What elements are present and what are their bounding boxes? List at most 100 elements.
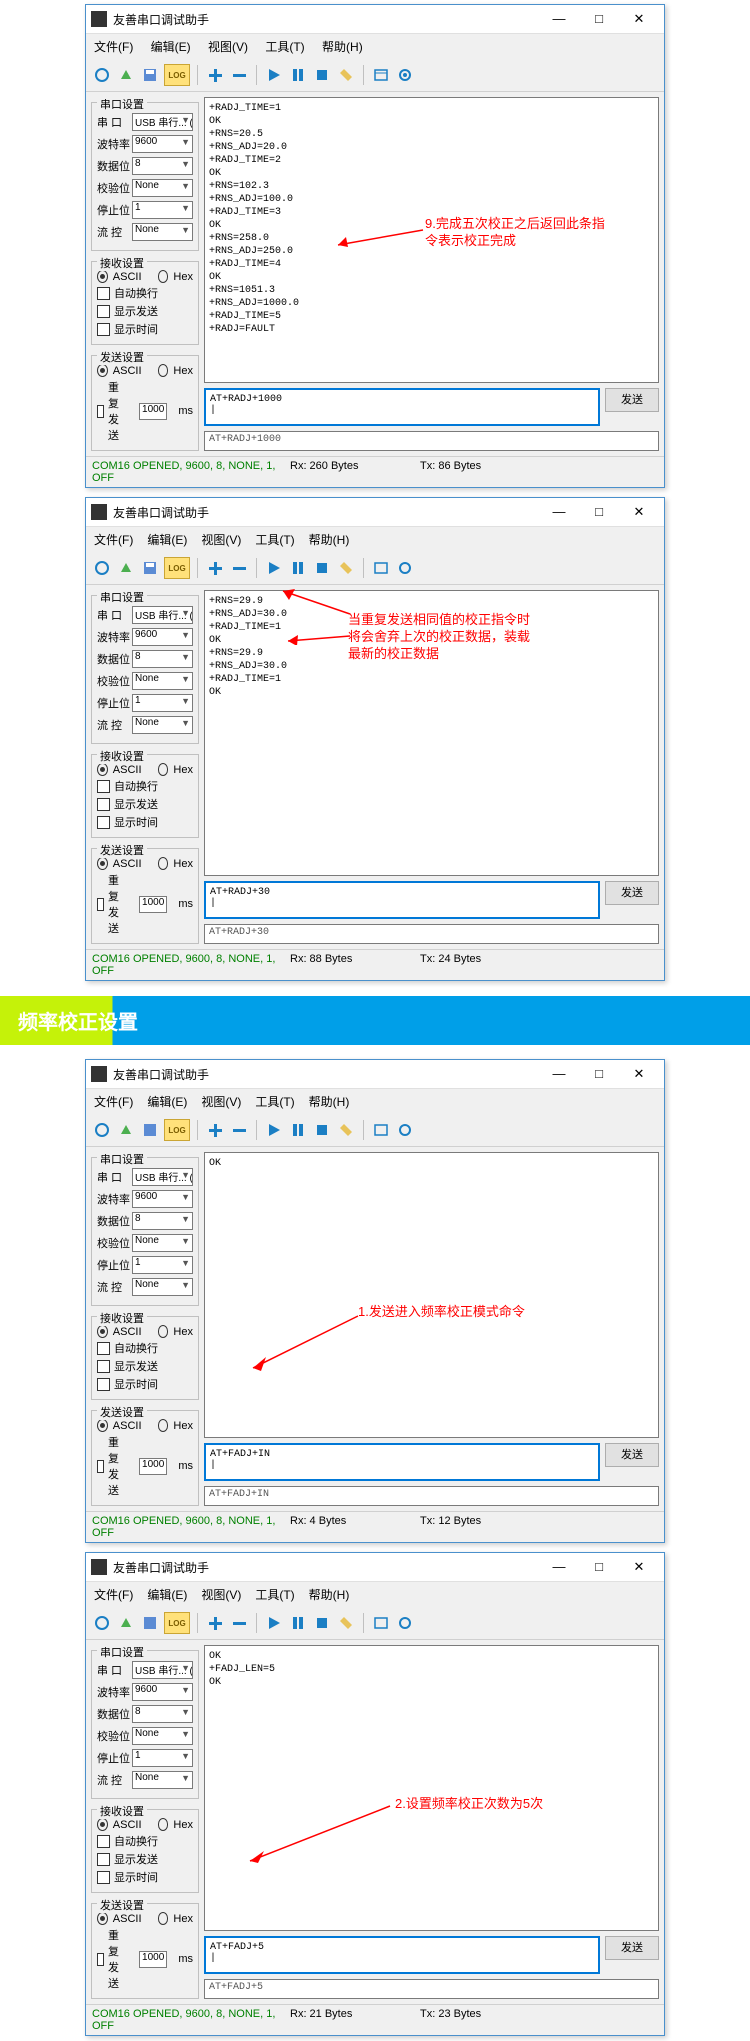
showtime-check[interactable]	[97, 816, 110, 829]
send-button[interactable]: 发送	[605, 1936, 659, 1960]
menu-help[interactable]: 帮助(H)	[309, 1095, 350, 1109]
recv-hex-radio[interactable]	[158, 1325, 169, 1338]
baud-select[interactable]: 9600	[132, 1683, 193, 1701]
send-hex-radio[interactable]	[158, 1912, 169, 1925]
receive-textarea[interactable]: OK	[204, 1152, 659, 1438]
send-ascii-radio[interactable]	[97, 1419, 108, 1432]
pause-icon[interactable]	[288, 558, 308, 578]
minimize-button[interactable]: —	[539, 499, 579, 525]
log-icon[interactable]: LOG	[164, 1119, 190, 1141]
clear-icon[interactable]	[336, 1613, 356, 1633]
flow-select[interactable]: None	[132, 716, 193, 734]
receive-textarea[interactable]: +RADJ_TIME=1 OK +RNS=20.5 +RNS_ADJ=20.0 …	[204, 97, 659, 383]
maximize-button[interactable]: □	[579, 1061, 619, 1087]
send-textarea[interactable]: AT+FADJ+5|	[204, 1936, 600, 1974]
recv-hex-radio[interactable]	[158, 1818, 169, 1831]
settings-icon[interactable]	[395, 558, 415, 578]
repeat-interval-input[interactable]: 1000	[139, 403, 167, 420]
recv-hex-radio[interactable]	[158, 763, 169, 776]
recycle-icon[interactable]	[116, 1120, 136, 1140]
power-icon[interactable]	[92, 1613, 112, 1633]
parity-select[interactable]: None	[132, 179, 193, 197]
stop-icon[interactable]	[312, 1613, 332, 1633]
menu-tool[interactable]: 工具(T)	[255, 1588, 294, 1602]
showsend-check[interactable]	[97, 1853, 110, 1866]
repeat-check[interactable]	[97, 1953, 104, 1966]
window-icon[interactable]	[371, 65, 391, 85]
send-ascii-radio[interactable]	[97, 1912, 108, 1925]
menu-edit[interactable]: 编辑(E)	[147, 533, 187, 547]
recycle-icon[interactable]	[116, 65, 136, 85]
stop-select[interactable]: 1	[132, 1256, 193, 1274]
recv-hex-radio[interactable]	[158, 270, 169, 283]
recv-ascii-radio[interactable]	[97, 270, 108, 283]
port-select[interactable]: USB 串行... (COM	[132, 1168, 193, 1186]
clear-icon[interactable]	[336, 1120, 356, 1140]
flow-select[interactable]: None	[132, 1278, 193, 1296]
send-hex-radio[interactable]	[158, 857, 169, 870]
showsend-check[interactable]	[97, 305, 110, 318]
menu-edit[interactable]: 编辑(E)	[151, 40, 191, 54]
remove-icon[interactable]	[229, 558, 249, 578]
power-icon[interactable]	[92, 65, 112, 85]
menu-view[interactable]: 视图(V)	[208, 40, 248, 54]
menu-file[interactable]: 文件(F)	[94, 40, 133, 54]
autowrap-check[interactable]	[97, 1342, 110, 1355]
save-icon[interactable]	[140, 65, 160, 85]
parity-select[interactable]: None	[132, 672, 193, 690]
menu-view[interactable]: 视图(V)	[201, 533, 241, 547]
send-button[interactable]: 发送	[605, 1443, 659, 1467]
window-icon[interactable]	[371, 1613, 391, 1633]
recv-ascii-radio[interactable]	[97, 1325, 108, 1338]
stop-icon[interactable]	[312, 65, 332, 85]
remove-icon[interactable]	[229, 1613, 249, 1633]
recycle-icon[interactable]	[116, 1613, 136, 1633]
send-textarea[interactable]: AT+RADJ+1000|	[204, 388, 600, 426]
menu-help[interactable]: 帮助(H)	[309, 1588, 350, 1602]
close-button[interactable]: ✕	[619, 1554, 659, 1580]
menu-tool[interactable]: 工具(T)	[265, 40, 304, 54]
stop-select[interactable]: 1	[132, 201, 193, 219]
parity-select[interactable]: None	[132, 1234, 193, 1252]
menu-file[interactable]: 文件(F)	[94, 1095, 133, 1109]
play-icon[interactable]	[264, 558, 284, 578]
clear-icon[interactable]	[336, 558, 356, 578]
maximize-button[interactable]: □	[579, 6, 619, 32]
recv-ascii-radio[interactable]	[97, 1818, 108, 1831]
port-select[interactable]: USB 串行... (COM	[132, 113, 193, 131]
settings-icon[interactable]	[395, 65, 415, 85]
remove-icon[interactable]	[229, 65, 249, 85]
showsend-check[interactable]	[97, 1360, 110, 1373]
menu-edit[interactable]: 编辑(E)	[147, 1588, 187, 1602]
send-button[interactable]: 发送	[605, 881, 659, 905]
send-textarea[interactable]: AT+RADJ+30|	[204, 881, 600, 919]
close-button[interactable]: ✕	[619, 499, 659, 525]
port-select[interactable]: USB 串行... (COM	[132, 606, 193, 624]
repeat-check[interactable]	[97, 405, 104, 418]
maximize-button[interactable]: □	[579, 1554, 619, 1580]
baud-select[interactable]: 9600	[132, 628, 193, 646]
stop-icon[interactable]	[312, 1120, 332, 1140]
port-select[interactable]: USB 串行... (COM	[132, 1661, 193, 1679]
repeat-check[interactable]	[97, 1460, 104, 1473]
repeat-interval-input[interactable]: 1000	[139, 1951, 167, 1968]
add-icon[interactable]	[205, 1613, 225, 1633]
close-button[interactable]: ✕	[619, 6, 659, 32]
log-icon[interactable]: LOG	[164, 1612, 190, 1634]
send-hex-radio[interactable]	[158, 364, 169, 377]
power-icon[interactable]	[92, 1120, 112, 1140]
baud-select[interactable]: 9600	[132, 135, 193, 153]
settings-icon[interactable]	[395, 1613, 415, 1633]
remove-icon[interactable]	[229, 1120, 249, 1140]
menu-edit[interactable]: 编辑(E)	[147, 1095, 187, 1109]
menu-help[interactable]: 帮助(H)	[322, 40, 363, 54]
autowrap-check[interactable]	[97, 287, 110, 300]
add-icon[interactable]	[205, 65, 225, 85]
baud-select[interactable]: 9600	[132, 1190, 193, 1208]
flow-select[interactable]: None	[132, 223, 193, 241]
settings-icon[interactable]	[395, 1120, 415, 1140]
add-icon[interactable]	[205, 558, 225, 578]
stop-select[interactable]: 1	[132, 694, 193, 712]
menu-tool[interactable]: 工具(T)	[255, 1095, 294, 1109]
send-button[interactable]: 发送	[605, 388, 659, 412]
